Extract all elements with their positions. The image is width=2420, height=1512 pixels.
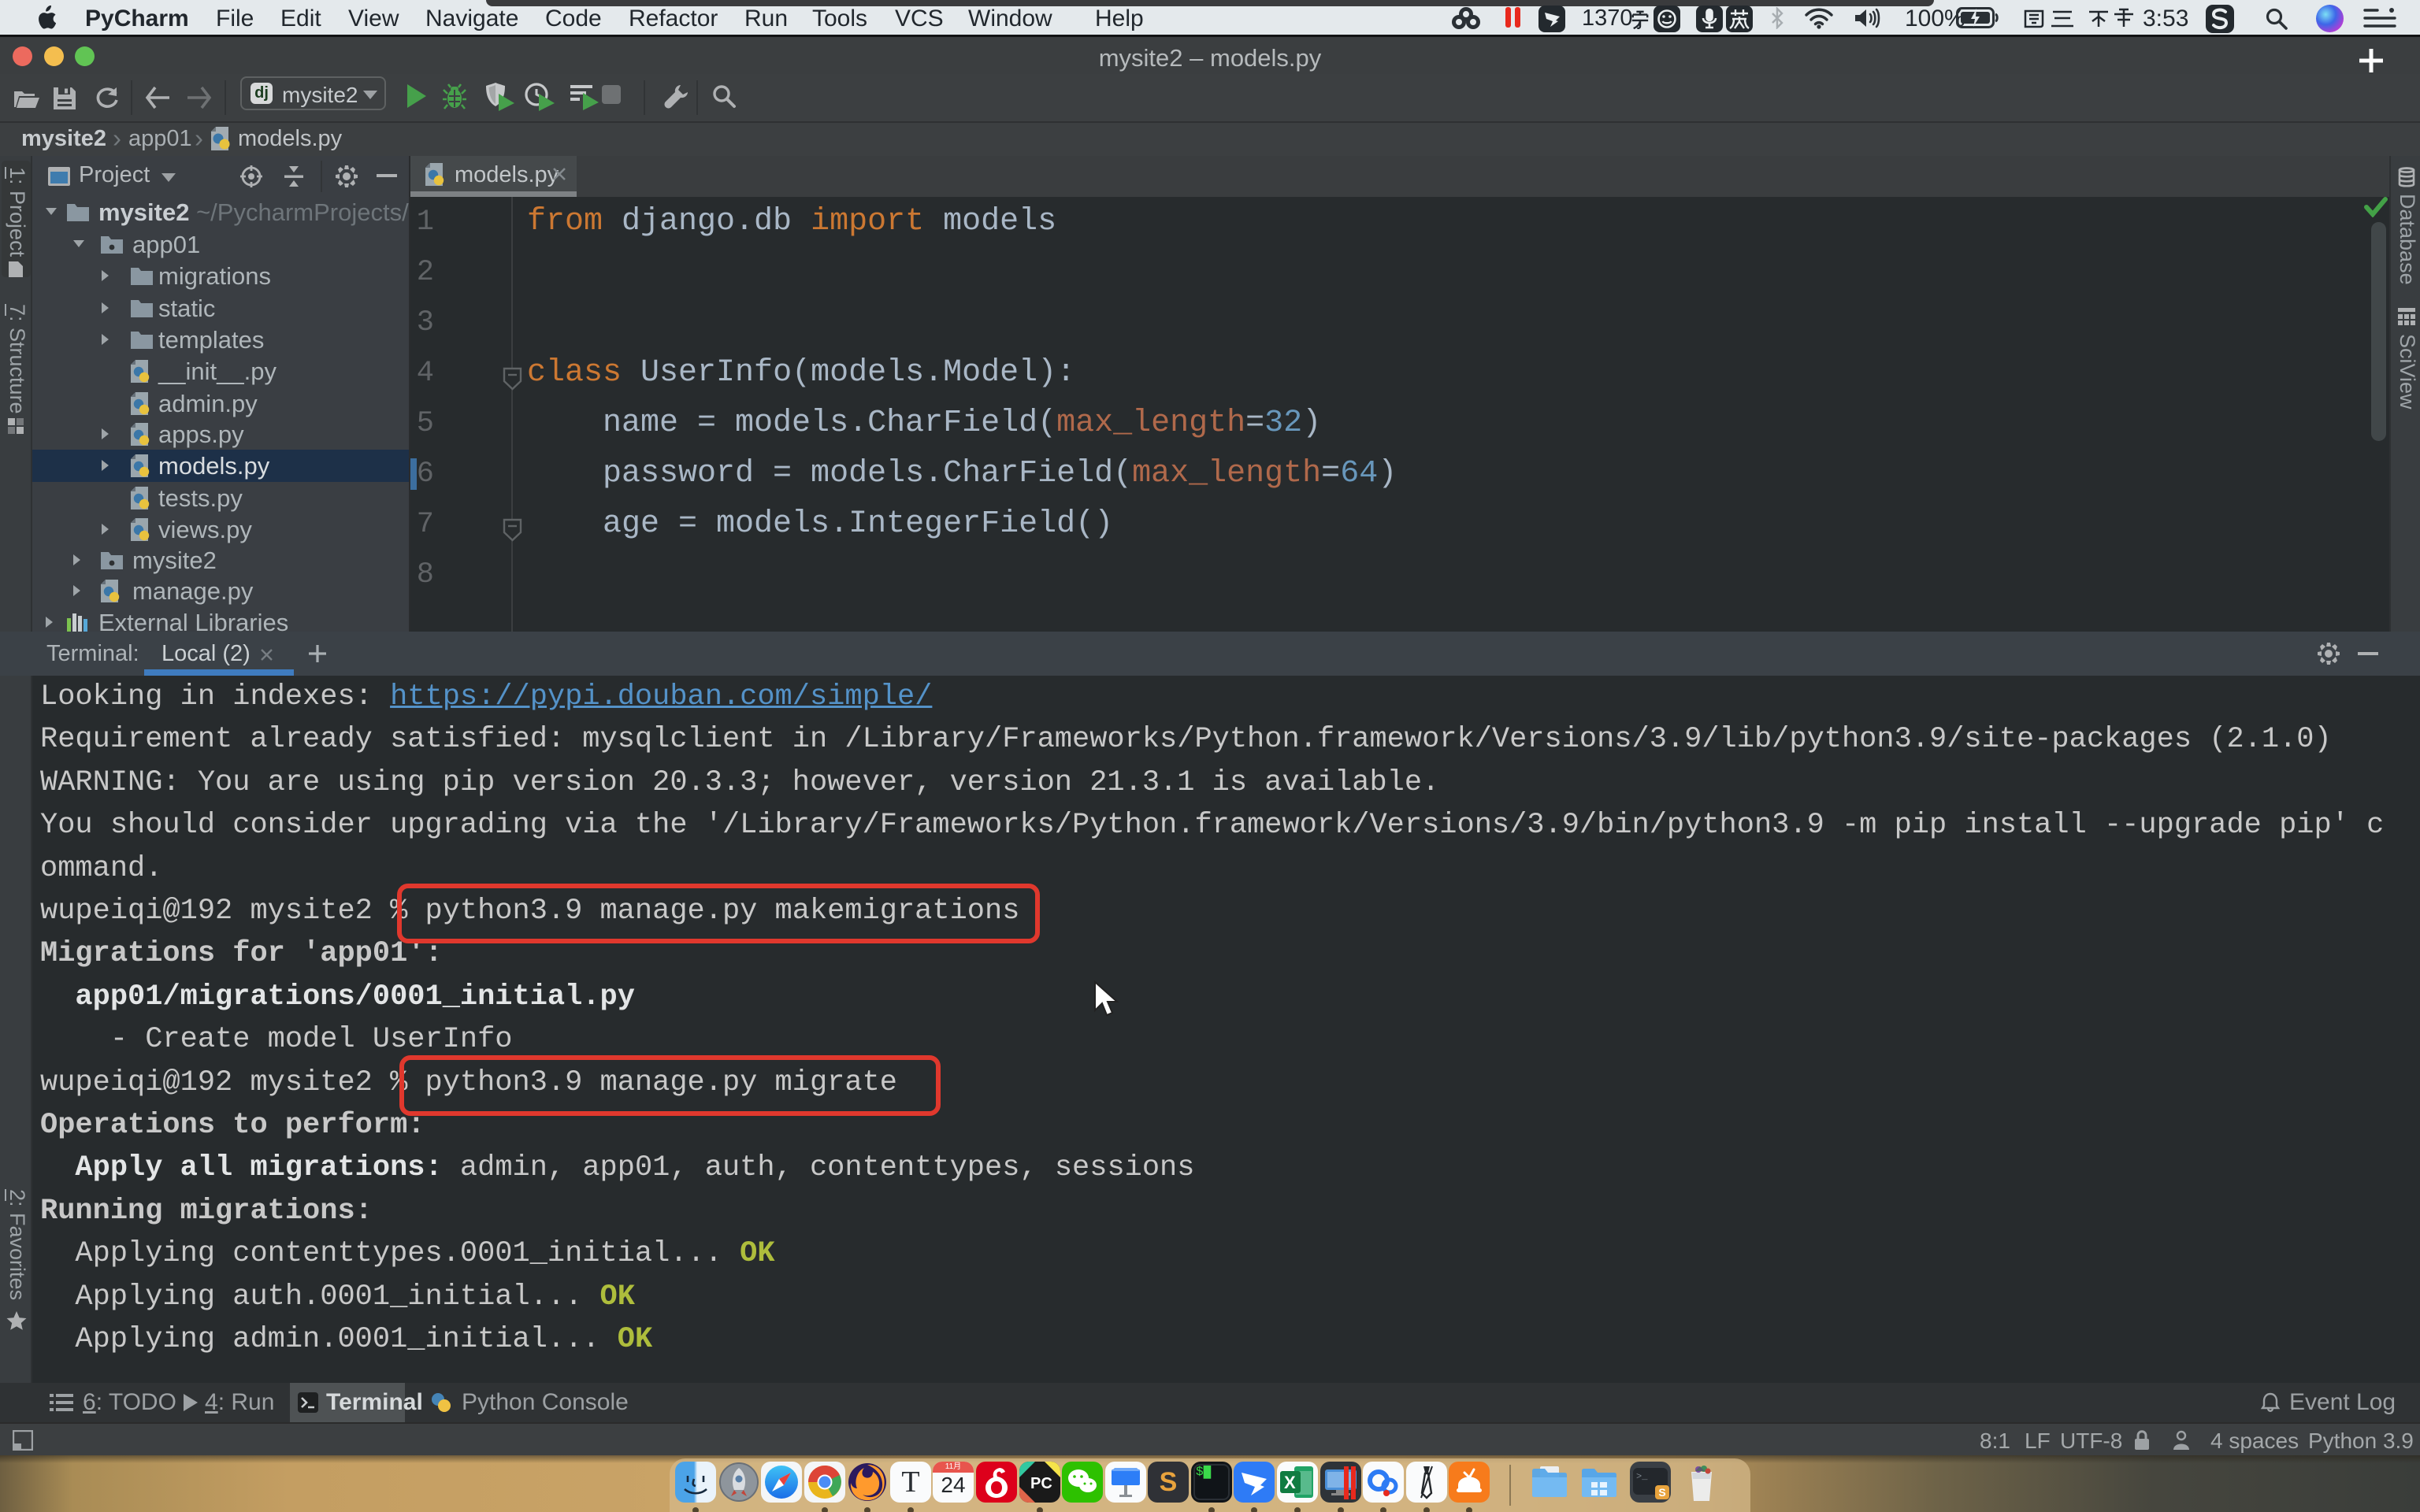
svg-text:PC: PC xyxy=(1030,1475,1052,1492)
svg-text:X: X xyxy=(1284,1473,1296,1492)
